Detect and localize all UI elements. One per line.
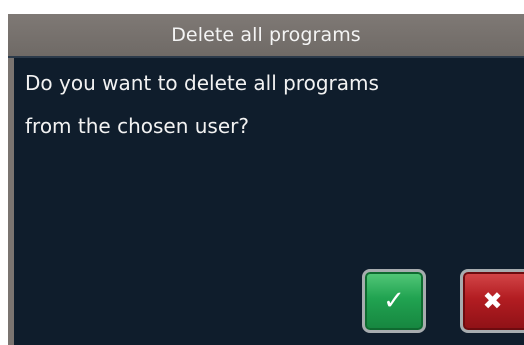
dialog-left-border — [8, 14, 14, 345]
dialog-title: Delete all programs — [8, 14, 524, 56]
message-line-2: from the chosen user? — [25, 114, 249, 138]
dialog-message: Do you want to delete all programs from … — [25, 62, 505, 148]
message-line-1: Do you want to delete all programs — [25, 71, 379, 95]
cancel-button[interactable]: ✖ — [460, 269, 524, 333]
close-icon: ✖ — [482, 287, 503, 315]
dialog-title-text: Delete all programs — [171, 24, 361, 46]
check-icon: ✓ — [383, 286, 405, 316]
title-divider — [8, 56, 524, 58]
confirm-button[interactable]: ✓ — [362, 269, 426, 333]
